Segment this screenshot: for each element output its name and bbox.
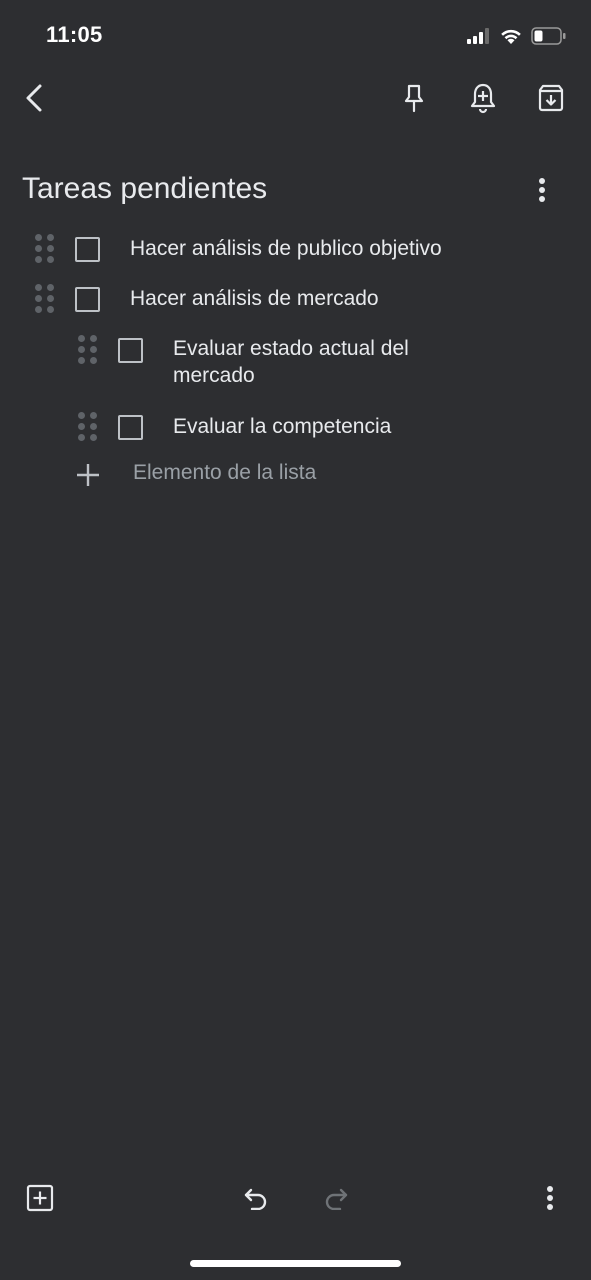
drag-handle-icon[interactable] <box>78 412 98 444</box>
reminder-button[interactable] <box>464 78 502 118</box>
redo-button[interactable] <box>318 1180 354 1216</box>
cellular-signal-icon <box>467 28 489 44</box>
item-text[interactable]: Evaluar estado actual del mercado <box>173 335 448 389</box>
status-bar: 11:05 <box>0 0 591 70</box>
add-list-item[interactable]: Elemento de la lista <box>0 456 591 496</box>
item-checkbox[interactable] <box>118 338 143 363</box>
item-checkbox[interactable] <box>75 287 100 312</box>
archive-icon <box>538 84 564 112</box>
drag-handle-icon[interactable] <box>35 234 55 266</box>
item-checkbox[interactable] <box>75 237 100 262</box>
status-icons <box>467 24 567 48</box>
add-reminder-icon <box>470 83 496 114</box>
drag-handle-icon[interactable] <box>35 284 55 316</box>
home-indicator[interactable] <box>190 1260 401 1267</box>
status-time: 11:05 <box>46 22 103 47</box>
item-checkbox[interactable] <box>118 415 143 440</box>
back-arrow-icon <box>26 84 42 112</box>
undo-icon <box>244 1188 267 1210</box>
plus-icon <box>77 464 99 486</box>
item-text[interactable]: Evaluar la competencia <box>173 413 553 440</box>
more-vert-icon <box>547 1186 553 1210</box>
list-item: Hacer análisis de publico objetivo <box>0 232 591 268</box>
undo-button[interactable] <box>238 1180 274 1216</box>
redo-icon <box>325 1188 348 1210</box>
list-item: Evaluar estado actual del mercado <box>0 333 591 393</box>
item-text[interactable]: Hacer análisis de mercado <box>130 285 550 312</box>
item-text[interactable]: Hacer análisis de publico objetivo <box>130 235 550 262</box>
note-toolbar <box>0 70 591 126</box>
add-item-placeholder: Elemento de la lista <box>133 461 317 484</box>
add-content-button[interactable] <box>22 1180 58 1216</box>
list-item: Hacer análisis de mercado <box>0 282 591 318</box>
note-title[interactable]: Tareas pendientes <box>22 172 267 206</box>
add-box-icon <box>26 1184 54 1212</box>
back-button[interactable] <box>14 76 54 120</box>
more-vert-icon <box>539 178 545 202</box>
wifi-icon <box>501 29 521 44</box>
list-item: Evaluar la competencia <box>0 410 591 446</box>
bottom-more-button[interactable] <box>534 1180 566 1216</box>
drag-handle-icon[interactable] <box>78 335 98 367</box>
archive-button[interactable] <box>532 78 570 118</box>
battery-icon <box>531 27 566 45</box>
pin-button[interactable] <box>396 78 432 118</box>
note-more-button[interactable] <box>526 172 558 208</box>
pin-icon <box>404 84 424 113</box>
bottom-toolbar <box>0 1168 591 1228</box>
